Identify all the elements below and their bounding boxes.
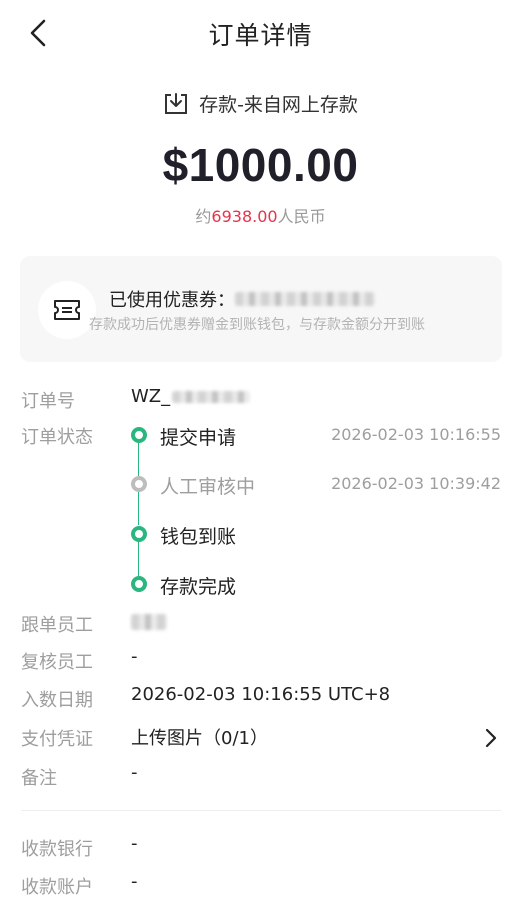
- transaction-type: 存款-来自网上存款: [0, 90, 521, 117]
- order-no-label: 订单号: [21, 391, 75, 412]
- coupon-icon-badge: [38, 281, 96, 339]
- review-staff-label: 复核员工: [21, 652, 93, 673]
- follow-staff-redacted: [131, 614, 167, 630]
- follow-staff-label: 跟单员工: [21, 615, 93, 636]
- receiving-bank-value: -: [131, 833, 138, 854]
- order-no-value: WZ_: [131, 386, 251, 407]
- cny-prefix: 约: [195, 207, 212, 226]
- timeline-step-label: 存款完成: [160, 576, 237, 598]
- chevron-right-icon[interactable]: [482, 727, 500, 749]
- download-tray-icon: [165, 92, 188, 114]
- cny-suffix: 人民币: [277, 207, 326, 226]
- timeline-step-time: 2026-02-03 10:39:42: [331, 474, 501, 493]
- review-staff-value: -: [131, 646, 138, 667]
- order-no-redacted: [172, 390, 251, 403]
- receiving-account-value: -: [131, 871, 138, 892]
- page-title: 订单详情: [208, 21, 313, 50]
- coupon-card: 已使用优惠券：: [20, 256, 502, 362]
- timeline-dot-done: [131, 526, 147, 542]
- header: 订单详情: [0, 0, 521, 64]
- timeline-step-label: 人工审核中: [160, 476, 256, 498]
- coupon-description: 存款成功后优惠券赠金到账钱包，与存款金额分开到账: [89, 317, 425, 333]
- timeline-step-label: 提交申请: [160, 427, 237, 449]
- entry-date-value: 2026-02-03 10:16:55 UTC+8: [131, 684, 391, 705]
- coupon-title-label: 已使用优惠券：: [109, 290, 235, 311]
- order-no-prefix: WZ_: [131, 386, 171, 407]
- coupon-title: 已使用优惠券：: [109, 286, 375, 312]
- timeline-dot-pending: [131, 476, 147, 492]
- timeline-connector: [138, 492, 139, 525]
- timeline-step-label: 钱包到账: [160, 526, 237, 548]
- receiving-account-label: 收款账户: [21, 877, 93, 898]
- transaction-type-label: 存款-来自网上存款: [199, 94, 358, 116]
- upload-image-link[interactable]: 上传图片（0/1）: [131, 724, 268, 750]
- coupon-name-redacted: [235, 292, 375, 306]
- timeline-dot-done: [131, 427, 147, 443]
- timeline-dot-done: [131, 576, 147, 592]
- cny-equivalent: 约6938.00人民币: [0, 203, 521, 227]
- amount: $1000.00: [162, 139, 359, 191]
- divider: [21, 810, 501, 811]
- timeline-step-time: 2026-02-03 10:16:55: [331, 425, 501, 444]
- entry-date-label: 入数日期: [21, 690, 93, 711]
- order-status-label: 订单状态: [21, 427, 93, 448]
- cny-value: 6938.00: [211, 207, 278, 226]
- receiving-bank-label: 收款银行: [21, 839, 93, 860]
- remark-value: -: [131, 762, 138, 783]
- remark-label: 备注: [21, 768, 57, 789]
- ticket-icon: [54, 300, 80, 320]
- payment-proof-label: 支付凭证: [21, 729, 93, 750]
- timeline-connector: [138, 542, 139, 576]
- timeline-connector: [138, 443, 139, 476]
